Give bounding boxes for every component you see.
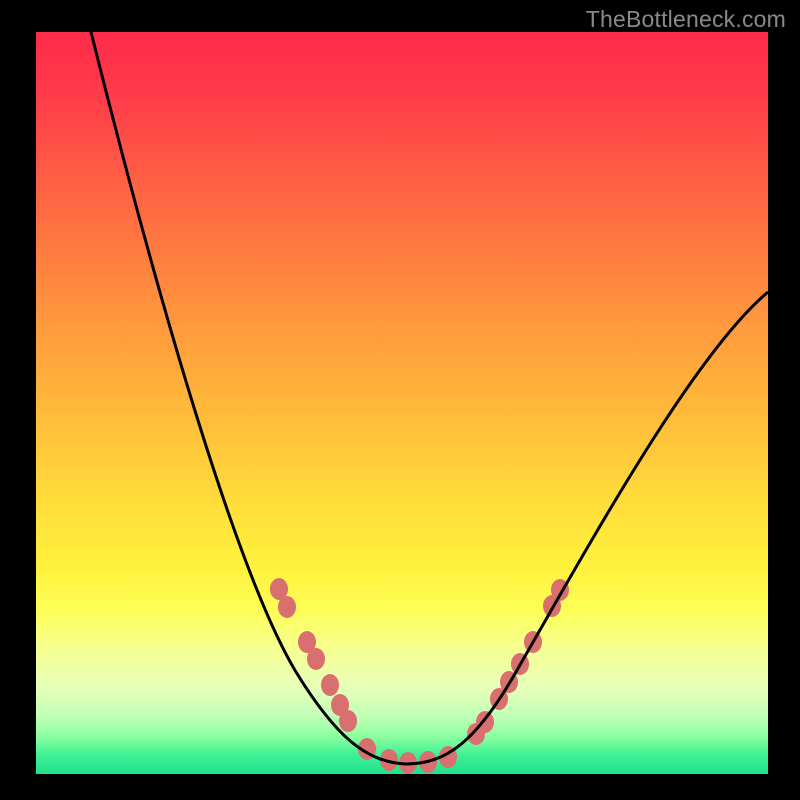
watermark-text: TheBottleneck.com <box>586 6 786 33</box>
data-marker <box>321 674 339 696</box>
plot-area <box>36 32 768 774</box>
chart-frame: TheBottleneck.com <box>0 0 800 800</box>
data-marker <box>476 711 494 733</box>
curve-svg <box>36 32 768 774</box>
data-marker <box>307 648 325 670</box>
data-marker <box>278 596 296 618</box>
data-marker <box>339 710 357 732</box>
marker-group <box>270 578 569 774</box>
bottleneck-curve <box>91 32 768 764</box>
